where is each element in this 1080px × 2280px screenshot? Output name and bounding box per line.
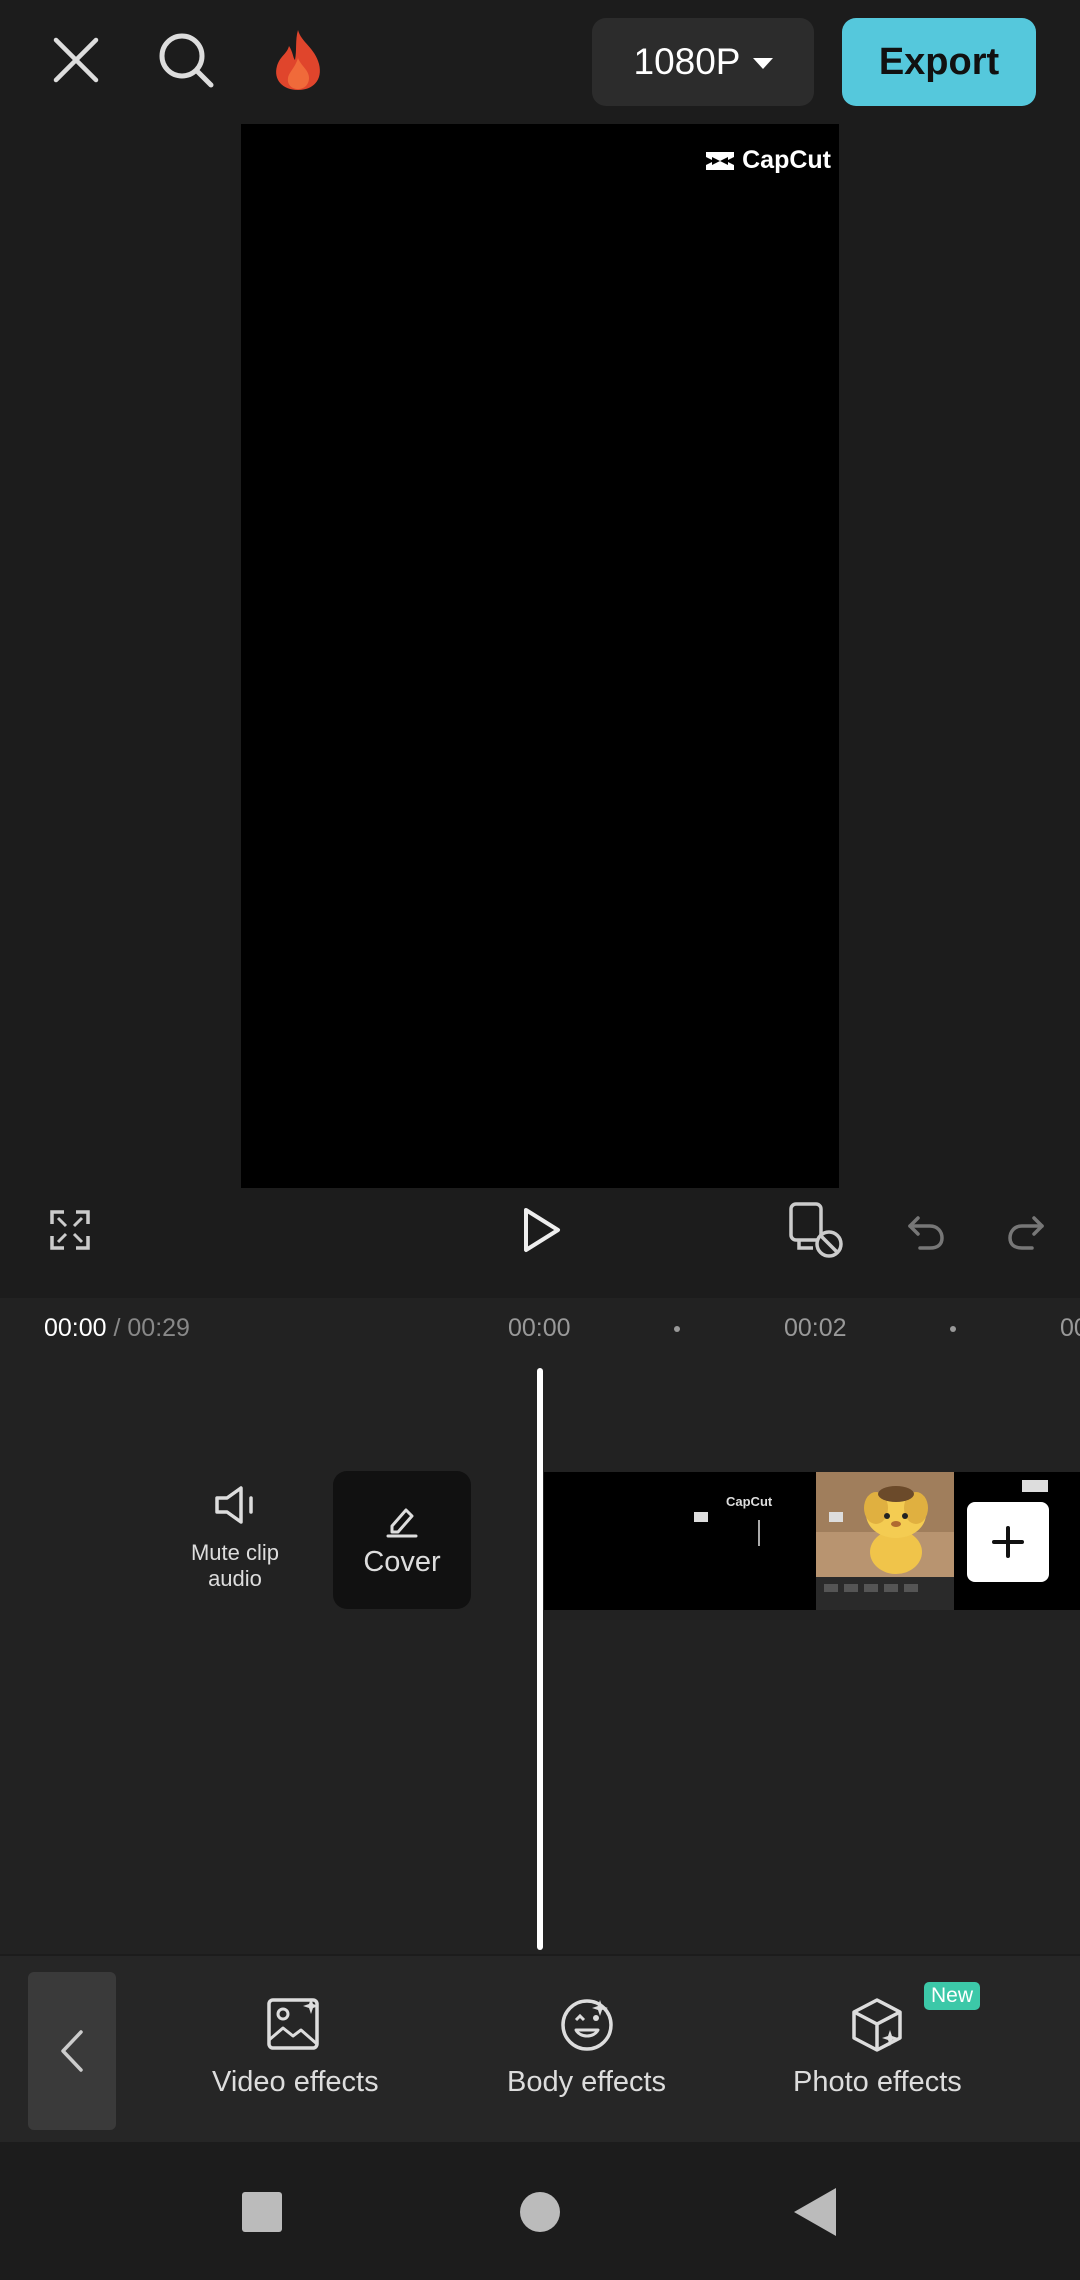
- effects-toolbar: Video effects Body effects Photo effects: [0, 1956, 1080, 2142]
- home-button[interactable]: [520, 2192, 560, 2232]
- search-button[interactable]: [150, 24, 222, 96]
- resolution-dropdown[interactable]: 1080P: [592, 18, 814, 106]
- back-button[interactable]: [28, 1972, 116, 2130]
- mute-label-line2: audio: [208, 1566, 262, 1591]
- close-icon: [53, 37, 99, 83]
- redo-button[interactable]: [996, 1200, 1056, 1260]
- fire-icon: [276, 30, 320, 90]
- cover-label: Cover: [363, 1545, 441, 1578]
- plus-icon: [992, 1526, 1024, 1558]
- system-navigation-bar: [0, 2142, 1080, 2280]
- video-preview[interactable]: CapCut: [241, 124, 839, 1188]
- capcut-logo-icon: [706, 151, 735, 170]
- total-time: / 00:29: [106, 1314, 190, 1342]
- mute-label-line1: Mute clip: [190, 1540, 280, 1565]
- video-effects-label: Video effects: [212, 2066, 379, 2098]
- photo-effects-label: Photo effects: [793, 2066, 962, 2098]
- time-ruler-dot: [674, 1326, 680, 1332]
- watermark-text: CapCut: [742, 146, 831, 174]
- clip-thumbnail-photo: [816, 1472, 954, 1610]
- recents-button[interactable]: [242, 2192, 282, 2232]
- mute-clip-label: Mute clip audio: [191, 1540, 279, 1592]
- chevron-left-icon: [61, 2030, 83, 2072]
- undo-button[interactable]: [896, 1200, 956, 1260]
- system-back-button[interactable]: [794, 2188, 836, 2236]
- keyframe-off-icon: [789, 1202, 843, 1258]
- redo-icon: [1008, 1216, 1044, 1250]
- time-display: 00:00 / 00:29: [44, 1314, 190, 1343]
- body-effects-button[interactable]: Body effects: [507, 1996, 666, 2099]
- undo-icon: [908, 1216, 944, 1250]
- time-ruler-tick: 00:02: [784, 1314, 847, 1342]
- mute-clip-audio-button[interactable]: Mute clip audio: [170, 1484, 300, 1592]
- search-icon: [159, 33, 214, 88]
- video-effects-icon: [267, 1998, 320, 2050]
- time-ruler-tick: 00:00: [508, 1314, 571, 1342]
- current-time: 00:00: [44, 1314, 107, 1342]
- play-icon: [524, 1208, 560, 1252]
- top-bar: 1080P Export: [0, 0, 1080, 124]
- cover-button[interactable]: Cover: [333, 1471, 471, 1609]
- clip-thumbnail-line: [758, 1520, 760, 1546]
- body-effects-label: Body effects: [507, 2066, 667, 2098]
- resolution-label: 1080P: [633, 41, 741, 82]
- time-ruler-dot: [950, 1326, 956, 1332]
- speaker-icon: [215, 1486, 253, 1524]
- edit-pencil-icon: [386, 1508, 418, 1537]
- clip-thumbnail-capcut: CapCut: [726, 1494, 773, 1509]
- clip-thumbnail-text: [1022, 1480, 1048, 1492]
- body-effects-icon: [560, 1999, 613, 2051]
- play-button[interactable]: [510, 1198, 574, 1262]
- trending-button[interactable]: [262, 22, 334, 98]
- clip-thumbnail-logo: [694, 1512, 708, 1522]
- capcut-watermark: CapCut: [704, 146, 831, 175]
- photo-effects-icon: [852, 1998, 903, 2052]
- playhead[interactable]: [537, 1368, 543, 1950]
- photo-effects-button[interactable]: Photo effects: [793, 1996, 962, 2099]
- clip-thumbnail-logo: [829, 1512, 843, 1522]
- new-badge: New: [924, 1982, 981, 2010]
- keyframe-button[interactable]: [782, 1196, 852, 1266]
- fullscreen-button[interactable]: [40, 1200, 100, 1260]
- fullscreen-icon: [50, 1210, 90, 1250]
- close-button[interactable]: [40, 24, 112, 96]
- video-effects-button[interactable]: Video effects: [212, 1996, 379, 2099]
- chevron-down-icon: [752, 57, 773, 69]
- add-clip-button[interactable]: [967, 1502, 1049, 1582]
- export-button[interactable]: Export: [842, 18, 1036, 106]
- time-ruler-tick: 00:04: [1060, 1314, 1080, 1342]
